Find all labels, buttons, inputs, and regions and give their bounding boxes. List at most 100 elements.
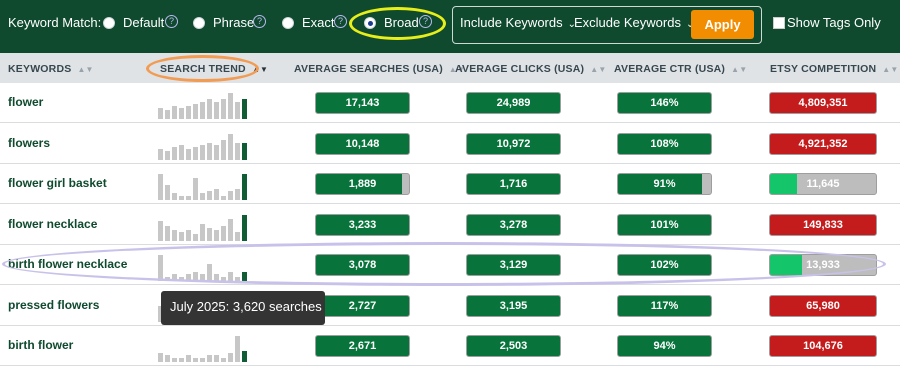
trend-bar[interactable] [186,148,191,160]
trend-bar[interactable] [172,229,177,241]
trend-bar[interactable] [221,225,226,241]
trend-bar[interactable] [179,231,184,241]
search-trend-sparkline[interactable] [158,93,248,119]
trend-bar[interactable] [200,223,205,241]
trend-bar[interactable] [158,148,163,160]
trend-bar[interactable] [179,358,184,362]
search-trend-sparkline[interactable] [158,214,248,241]
trend-bar[interactable] [228,353,233,362]
trend-bar[interactable] [235,189,240,200]
trend-bar[interactable] [193,146,198,160]
keyword-link[interactable]: flower girl basket [8,176,107,190]
radio-phrase[interactable]: Phrase [193,15,254,30]
trend-bar[interactable] [214,229,219,241]
trend-bar[interactable] [235,142,240,160]
trend-bar[interactable] [214,189,219,200]
trend-bar[interactable] [235,336,240,362]
keyword-link[interactable]: pressed flowers [8,298,99,312]
trend-bar[interactable] [172,358,177,362]
trend-bar[interactable] [242,174,247,200]
keyword-link[interactable]: flower necklace [8,217,97,231]
table-row[interactable]: birth flower 2,671 2,503 94% 104,676 [0,326,900,366]
trend-bar[interactable] [193,233,198,241]
trend-bar[interactable] [172,146,177,160]
apply-button[interactable]: Apply [691,10,754,39]
keyword-link[interactable]: birth flower [8,338,73,352]
radio-default-icon[interactable] [103,16,115,29]
trend-bar[interactable] [200,102,205,119]
trend-bar[interactable] [179,196,184,200]
trend-bar[interactable] [158,353,163,362]
trend-bar[interactable] [228,218,233,241]
trend-bar[interactable] [207,227,212,241]
trend-bar[interactable] [193,358,198,362]
trend-bar[interactable] [235,102,240,119]
table-row[interactable]: pressed flowers 2,727 3,195 117% 65,980 [0,285,900,326]
trend-bar[interactable] [179,108,184,119]
trend-bar[interactable] [242,99,247,119]
trend-bar[interactable] [228,93,233,119]
search-trend-sparkline[interactable] [158,336,248,362]
trend-bar[interactable] [221,196,226,200]
column-header-average-clicks[interactable]: AVERAGE CLICKS (USA) ▲▼ [455,63,606,75]
trend-bar[interactable] [207,191,212,200]
trend-bar[interactable] [228,133,233,160]
trend-bar[interactable] [214,355,219,362]
phrase-help-icon[interactable]: ? [253,15,266,28]
trend-bar[interactable] [179,144,184,160]
trend-bar[interactable] [193,104,198,119]
trend-bar[interactable] [165,185,170,200]
trend-bar[interactable] [207,355,212,362]
trend-bar[interactable] [186,229,191,241]
trend-bar[interactable] [207,142,212,160]
trend-bar[interactable] [207,99,212,119]
exclude-keywords-dropdown[interactable]: Exclude Keywords⌄ [574,15,694,30]
column-header-average-ctr[interactable]: AVERAGE CTR (USA) ▲▼ [614,63,747,75]
trend-bar[interactable] [221,358,226,362]
table-row[interactable]: flowers 10,148 10,972 108% 4,921,352 [0,123,900,164]
trend-bar[interactable] [242,142,247,160]
search-trend-sparkline[interactable] [158,174,248,200]
show-tags-checkbox[interactable] [773,17,785,29]
trend-bar[interactable] [214,102,219,119]
trend-bar[interactable] [165,225,170,241]
include-keywords-dropdown[interactable]: Include Keywords ⌄ [460,15,576,30]
trend-bar[interactable] [158,220,163,241]
trend-bar[interactable] [158,174,163,200]
trend-bar[interactable] [158,108,163,119]
trend-bar[interactable] [186,196,191,200]
trend-bar[interactable] [165,150,170,160]
column-header-etsy-competition[interactable]: ETSY COMPETITION ▲▼ [770,63,899,75]
trend-bar[interactable] [165,355,170,362]
trend-bar[interactable] [221,99,226,119]
trend-bar[interactable] [242,214,247,241]
trend-bar[interactable] [200,193,205,200]
trend-bar[interactable] [221,139,226,160]
column-header-average-searches[interactable]: AVERAGE SEARCHES (USA) ▲▼ [294,63,465,75]
trend-bar[interactable] [200,144,205,160]
search-trend-sparkline[interactable] [158,133,248,160]
trend-bar[interactable] [186,106,191,119]
radio-default[interactable]: Default [103,15,164,30]
keyword-link[interactable]: flowers [8,136,50,150]
keyword-link[interactable]: flower [8,95,43,109]
radio-exact-icon[interactable] [282,16,294,29]
trend-bar[interactable] [214,144,219,160]
table-row[interactable]: flower 17,143 24,989 146% 4,809,351 [0,83,900,123]
trend-bar[interactable] [235,231,240,241]
exact-help-icon[interactable]: ? [334,15,347,28]
trend-bar[interactable] [200,358,205,362]
trend-bar[interactable] [172,193,177,200]
table-row[interactable]: flower girl basket 1,889 1,716 91% 11,645 [0,164,900,204]
table-row[interactable]: flower necklace 3,233 3,278 101% 149,833 [0,204,900,245]
trend-bar[interactable] [228,191,233,200]
trend-bar[interactable] [242,351,247,362]
trend-bar[interactable] [165,110,170,119]
column-header-keywords[interactable]: KEYWORDS ▲▼ [8,63,94,75]
radio-exact[interactable]: Exact [282,15,335,30]
trend-bar[interactable] [193,178,198,200]
radio-phrase-icon[interactable] [193,16,205,29]
trend-bar[interactable] [172,106,177,119]
default-help-icon[interactable]: ? [165,15,178,28]
trend-bar[interactable] [186,355,191,362]
